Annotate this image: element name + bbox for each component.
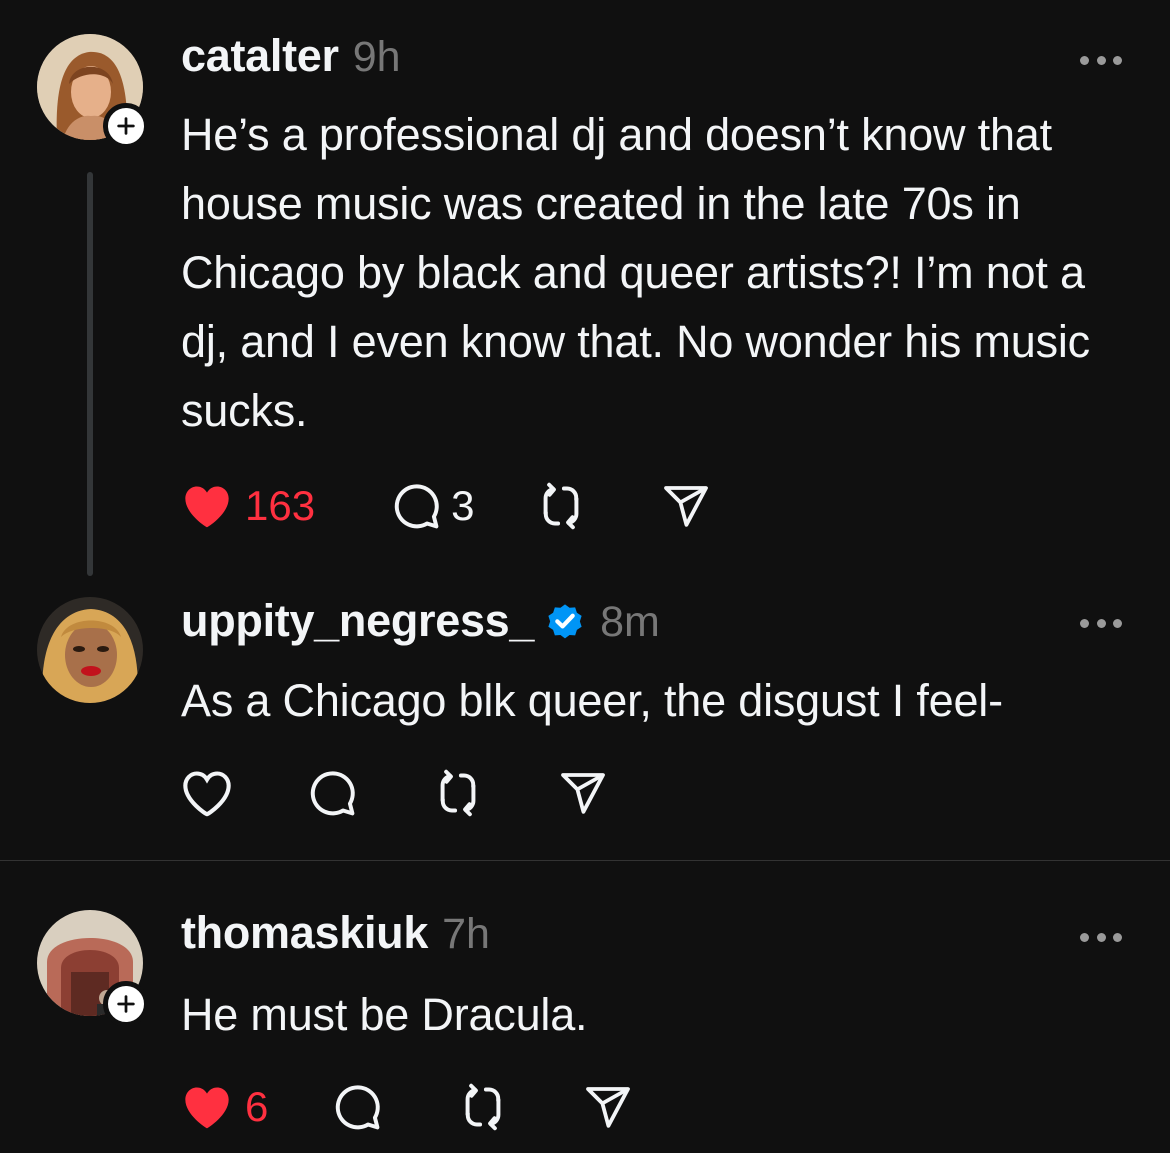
heart-filled-icon <box>181 482 233 530</box>
share-button[interactable] <box>662 478 710 534</box>
thread-line <box>87 172 93 576</box>
thread-divider <box>0 860 1170 861</box>
share-button[interactable] <box>559 765 607 821</box>
more-icon <box>1080 55 1089 65</box>
comment-icon <box>391 481 441 531</box>
more-icon <box>1080 932 1089 942</box>
repost-icon <box>536 481 586 531</box>
repost-icon <box>458 1082 508 1132</box>
reply-count: 3 <box>451 482 475 529</box>
follow-button[interactable] <box>103 103 149 149</box>
share-icon <box>559 769 607 817</box>
repost-button[interactable] <box>536 478 586 534</box>
like-button[interactable]: 6 <box>181 1079 268 1135</box>
verified-icon <box>548 604 582 639</box>
username[interactable]: thomaskiuk <box>181 907 428 959</box>
more-options-button[interactable] <box>1080 53 1122 67</box>
timestamp: 7h <box>442 910 490 958</box>
reply-button[interactable] <box>307 765 357 821</box>
heart-filled-icon <box>181 1083 233 1131</box>
post-text: He’s a professional dj and doesn’t know … <box>181 109 1090 436</box>
follow-button[interactable] <box>103 981 149 1027</box>
comment-icon <box>307 768 357 818</box>
like-count: 163 <box>245 482 316 529</box>
comment-icon <box>332 1082 382 1132</box>
post-text: As a Chicago blk queer, the disgust I fe… <box>181 675 1003 726</box>
more-options-button[interactable] <box>1080 616 1122 630</box>
plus-icon <box>115 993 137 1015</box>
like-button[interactable] <box>181 765 233 821</box>
like-button[interactable]: 163 <box>181 478 315 534</box>
action-bar: 163 3 <box>181 478 710 534</box>
heart-outline-icon <box>181 769 233 817</box>
repost-button[interactable] <box>458 1079 508 1135</box>
like-count: 6 <box>245 1083 269 1130</box>
post-text: He must be Dracula. <box>181 989 588 1040</box>
timestamp: 9h <box>352 33 401 81</box>
share-icon <box>662 482 710 530</box>
share-icon <box>584 1083 632 1131</box>
username[interactable]: uppity_negress_ <box>181 595 534 647</box>
reply-button[interactable]: 3 <box>391 478 474 534</box>
plus-icon <box>115 115 137 137</box>
action-bar <box>181 765 607 821</box>
username[interactable]: catalter <box>181 30 339 82</box>
avatar[interactable] <box>37 597 143 703</box>
action-bar: 6 <box>181 1079 632 1135</box>
repost-icon <box>433 768 483 818</box>
reply-button[interactable] <box>332 1079 382 1135</box>
more-icon <box>1080 618 1089 628</box>
timestamp: 8m <box>600 598 660 646</box>
more-options-button[interactable] <box>1080 930 1122 944</box>
repost-button[interactable] <box>433 765 483 821</box>
share-button[interactable] <box>584 1079 632 1135</box>
